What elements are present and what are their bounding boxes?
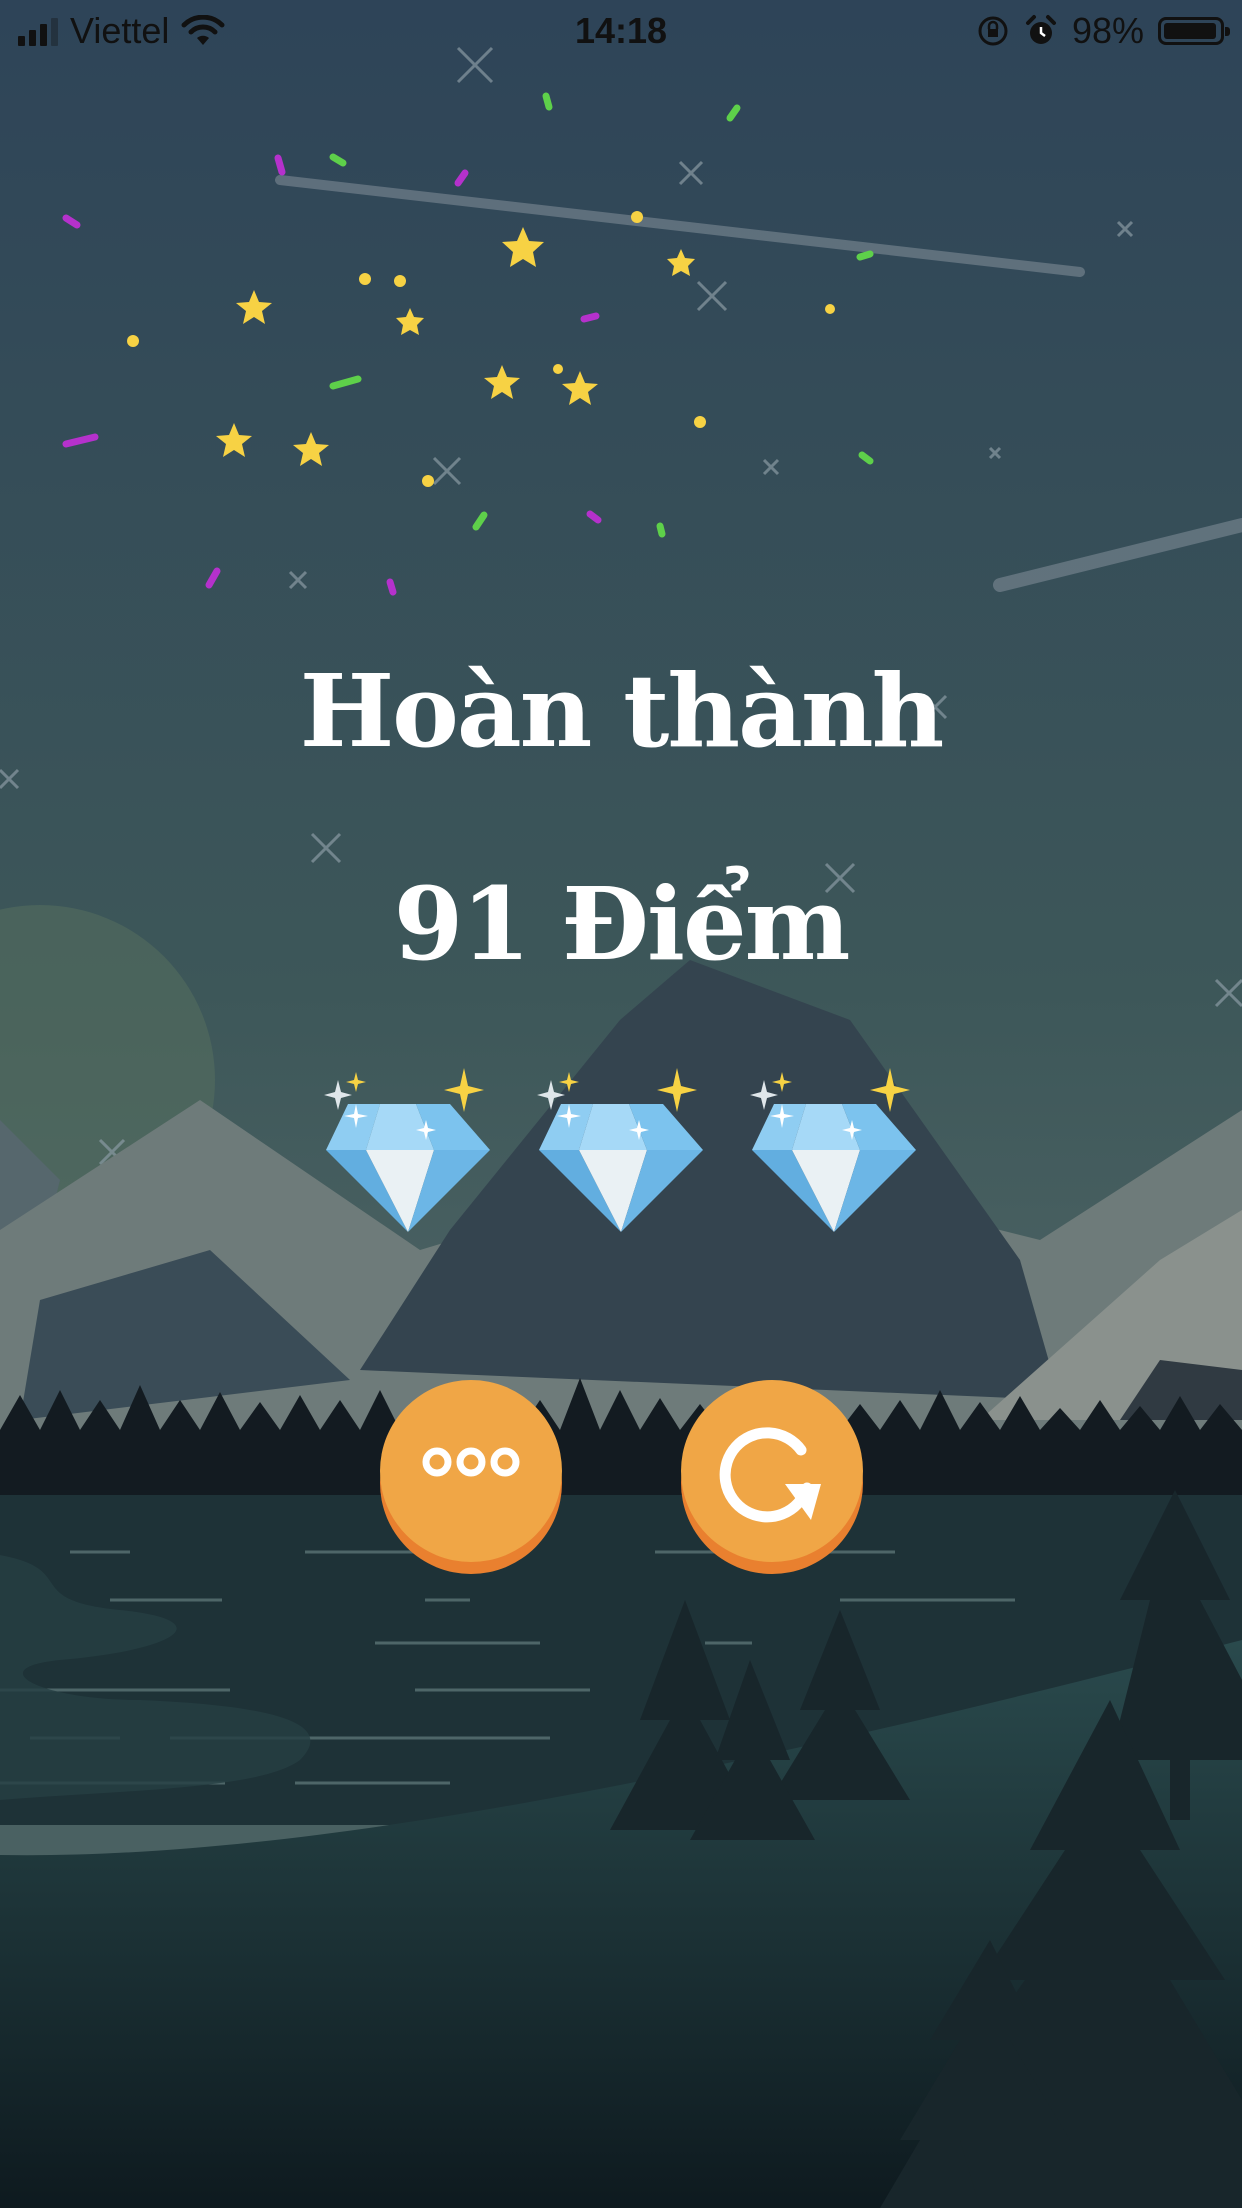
replay-icon: [719, 1427, 821, 1523]
battery-percent: 98%: [1071, 10, 1144, 51]
diamond-icon: [750, 1068, 916, 1232]
status-bar: Viettel 14:18 98%: [0, 0, 1242, 62]
score-text: 91 Điểm: [393, 865, 851, 983]
alarm-icon: [1025, 15, 1056, 44]
completion-title: Hoàn thành: [299, 652, 945, 770]
more-options-button[interactable]: [380, 1380, 562, 1562]
battery-icon: [1158, 17, 1230, 45]
status-right: 98%: [976, 10, 1230, 52]
diamond-icon: [537, 1068, 703, 1232]
diamond-icon: [324, 1068, 490, 1232]
orientation-lock-icon: [978, 16, 1008, 46]
replay-button[interactable]: [681, 1380, 863, 1562]
three-dots-icon: [422, 1447, 520, 1477]
